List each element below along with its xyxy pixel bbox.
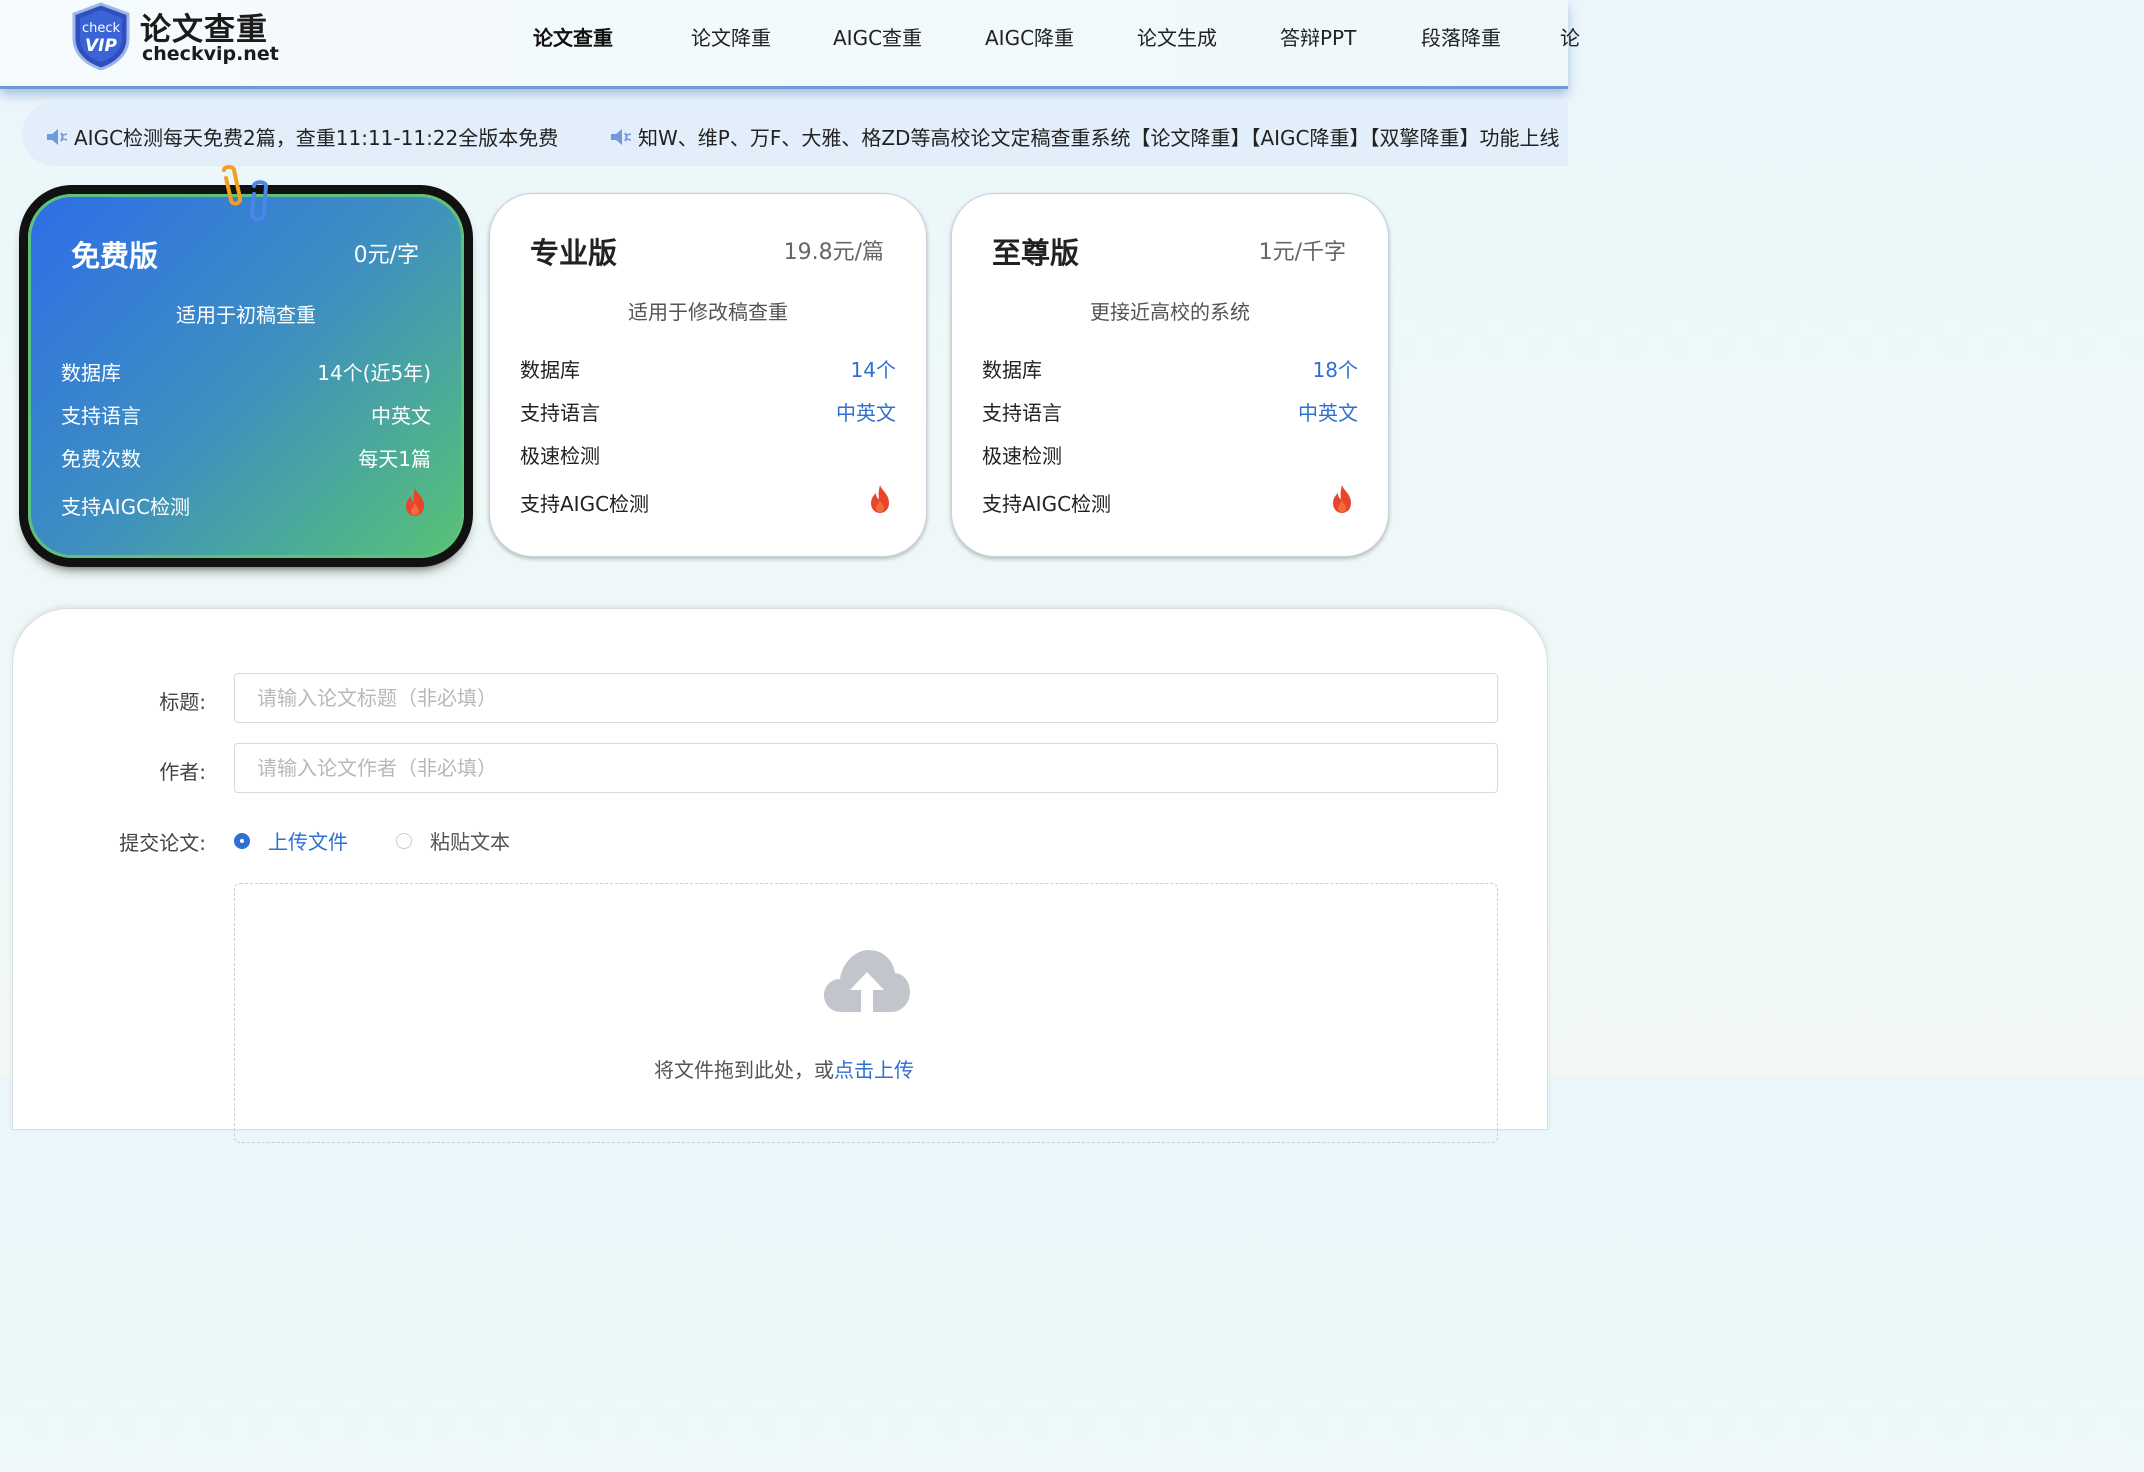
plan-row-key: 极速检测 xyxy=(982,444,1062,468)
plan-name: 至尊版 xyxy=(992,236,1080,270)
plan-card-free[interactable]: 免费版 0元/字 适用于初稿查重 数据库 14个(近5年) 支持语言 中英文 免… xyxy=(28,194,464,558)
nav-item-paper-generate[interactable]: 论文生成 xyxy=(1137,22,1217,51)
click-upload-link[interactable]: 点击上传 xyxy=(834,1058,914,1082)
nav-item-defense-ppt[interactable]: 答辩PPT xyxy=(1280,22,1356,51)
nav-item-aigc-reduce[interactable]: AIGC降重 xyxy=(985,22,1074,51)
plan-row-key: 数据库 xyxy=(520,358,580,382)
site-header: check VIP 论文查重 checkvip.net 论文查重 论文降重 AI… xyxy=(0,0,1580,89)
paperclip-icon xyxy=(222,165,269,222)
nav-item-paragraph-reduce[interactable]: 段落降重 xyxy=(1421,22,1501,51)
plan-row-key: 极速检测 xyxy=(520,444,600,468)
flame-icon xyxy=(1333,485,1351,513)
plan-row-value: 18个 xyxy=(1312,358,1358,382)
plan-row-value: 中英文 xyxy=(371,404,431,428)
plan-row-key: 支持AIGC检测 xyxy=(520,492,650,516)
submit-label: 提交论文: xyxy=(119,831,206,855)
plan-row-value: 14个 xyxy=(850,358,896,382)
shield-logo-icon: check VIP xyxy=(72,2,130,70)
speaker-icon xyxy=(47,128,68,145)
author-input[interactable] xyxy=(235,744,1497,792)
plan-row-key: 支持语言 xyxy=(982,401,1062,425)
logo[interactable]: check VIP 论文查重 checkvip.net xyxy=(70,2,279,70)
notice-item[interactable]: AIGC检测每天免费2篇，查重11:11-11:22全版本免费 xyxy=(46,122,558,151)
plan-row-key: 数据库 xyxy=(61,361,121,385)
nav-item-paper-reduce[interactable]: 论文降重 xyxy=(691,22,771,51)
nav-item-paper-check[interactable]: 论文查重 xyxy=(533,22,613,51)
plan-row: 数据库 18个 xyxy=(982,354,1358,382)
plan-name: 免费版 xyxy=(71,239,159,273)
author-label: 作者: xyxy=(159,760,206,784)
flame-icon xyxy=(871,485,889,513)
plan-row: 支持AIGC检测 xyxy=(520,485,896,516)
svg-text:check: check xyxy=(82,21,121,36)
plan-row: 支持语言 中英文 xyxy=(61,400,431,428)
notice-bar: AIGC检测每天免费2篇，查重11:11-11:22全版本免费 知W、维P、万F… xyxy=(22,102,1568,166)
plan-row: 支持语言 中英文 xyxy=(982,397,1358,425)
radio-indicator[interactable] xyxy=(396,832,412,849)
speaker-icon xyxy=(611,128,632,145)
notice-item[interactable]: 知W、维P、万F、大雅、格ZD等高校论文定稿查重系统【论文降重】【AIGC降重】… xyxy=(610,122,1559,151)
plan-row: 数据库 14个(近5年) xyxy=(61,357,431,385)
notice-text: AIGC检测每天免费2篇，查重11:11-11:22全版本免费 xyxy=(74,126,559,150)
dropzone-hint: 将文件拖到此处，或点击上传 xyxy=(0,1054,1568,1083)
plan-row-key: 支持语言 xyxy=(520,401,600,425)
brand-domain: checkvip.net xyxy=(142,43,279,65)
plan-row-key: 数据库 xyxy=(982,358,1042,382)
plan-subtitle: 更接近高校的系统 xyxy=(1090,300,1250,324)
plan-row: 数据库 14个 xyxy=(520,354,896,382)
radio-paste-text[interactable]: 粘贴文本 xyxy=(396,826,510,855)
plan-row: 极速检测 xyxy=(982,440,1358,468)
plan-row-key: 支持AIGC检测 xyxy=(982,492,1112,516)
plan-card-premium[interactable]: 至尊版 1元/千字 更接近高校的系统 数据库 18个 支持语言 中英文 极速检测… xyxy=(951,193,1389,557)
plan-row-key: 免费次数 xyxy=(61,447,141,471)
plan-price: 1元/千字 xyxy=(1258,240,1346,265)
plan-card-pro[interactable]: 专业版 19.8元/篇 适用于修改稿查重 数据库 14个 支持语言 中英文 极速… xyxy=(489,193,927,557)
plan-row: 支持AIGC检测 xyxy=(982,485,1358,516)
title-label: 标题: xyxy=(159,690,206,714)
radio-label: 上传文件 xyxy=(268,830,348,854)
plan-price: 19.8元/篇 xyxy=(783,240,884,265)
radio-label: 粘贴文本 xyxy=(430,830,510,854)
plan-subtitle: 适用于修改稿查重 xyxy=(628,300,788,324)
title-input[interactable] xyxy=(235,674,1497,722)
radio-indicator[interactable] xyxy=(234,832,250,849)
plan-row-value: 14个(近5年) xyxy=(317,361,431,385)
plan-row: 免费次数 每天1篇 xyxy=(61,443,431,471)
plan-row: 极速检测 xyxy=(520,440,896,468)
author-field[interactable] xyxy=(234,743,1498,793)
svg-text:VIP: VIP xyxy=(85,36,117,56)
plan-row-key: 支持语言 xyxy=(61,404,141,428)
plan-price: 0元/字 xyxy=(353,243,419,268)
plan-row-value: 中英文 xyxy=(1298,401,1358,425)
nav-item-more[interactable]: 论 xyxy=(1560,22,1580,51)
nav-item-aigc-check[interactable]: AIGC查重 xyxy=(833,22,922,51)
plan-name: 专业版 xyxy=(530,236,618,270)
plan-row-key: 支持AIGC检测 xyxy=(61,495,191,519)
flame-icon xyxy=(406,488,424,516)
notice-text: 知W、维P、万F、大雅、格ZD等高校论文定稿查重系统【论文降重】【AIGC降重】… xyxy=(638,126,1560,150)
plan-row: 支持AIGC检测 xyxy=(61,488,431,519)
plan-row-value: 中英文 xyxy=(836,401,896,425)
plan-row: 支持语言 中英文 xyxy=(520,397,896,425)
plan-row-value: 每天1篇 xyxy=(358,447,431,471)
plan-subtitle: 适用于初稿查重 xyxy=(176,303,316,327)
title-field[interactable] xyxy=(234,673,1498,723)
dropzone-text: 将文件拖到此处，或 xyxy=(654,1058,834,1082)
radio-upload-file[interactable]: 上传文件 xyxy=(234,826,348,855)
cloud-upload-icon[interactable] xyxy=(822,946,912,1016)
